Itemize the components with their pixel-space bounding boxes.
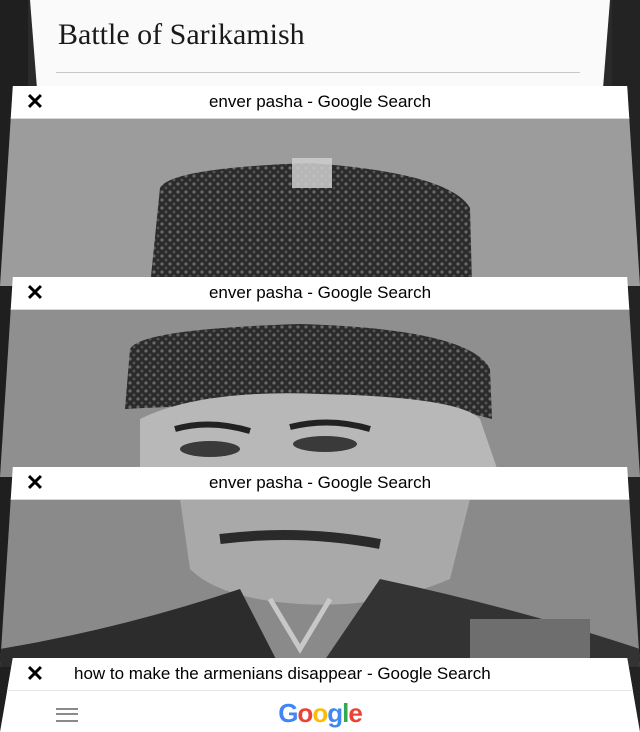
tab-card-3[interactable]: ✕ enver pasha - Google Search <box>0 467 640 667</box>
tab-2-header: ✕ enver pasha - Google Search <box>0 277 640 310</box>
tab-4-title: how to make the armenians disappear - Go… <box>74 664 491 683</box>
close-tab-4-icon[interactable]: ✕ <box>24 663 46 685</box>
tab-1-header: ✕ enver pasha - Google Search <box>0 86 640 119</box>
wiki-page-title: Battle of Sarikamish <box>58 18 305 51</box>
tab-card-1[interactable]: ✕ enver pasha - Google Search <box>0 86 640 286</box>
tab-1-title: enver pasha - Google Search <box>208 92 432 111</box>
tab-3-preview-image <box>0 499 640 667</box>
tab-2-title: enver pasha - Google Search <box>208 283 432 302</box>
tab-3-title: enver pasha - Google Search <box>208 473 432 492</box>
google-logo: Google <box>278 698 363 728</box>
tab-4-header: ✕ how to make the armenians disappear - … <box>0 658 640 691</box>
tab-card-2[interactable]: ✕ enver pasha - Google Search <box>0 277 640 477</box>
tab-card-4[interactable]: ✕ how to make the armenians disappear - … <box>0 658 640 732</box>
wiki-title-divider <box>56 72 580 73</box>
tab-3-header: ✕ enver pasha - Google Search <box>0 467 640 500</box>
tab-2-preview-image <box>0 309 640 477</box>
tab-1-preview-image <box>0 118 640 286</box>
